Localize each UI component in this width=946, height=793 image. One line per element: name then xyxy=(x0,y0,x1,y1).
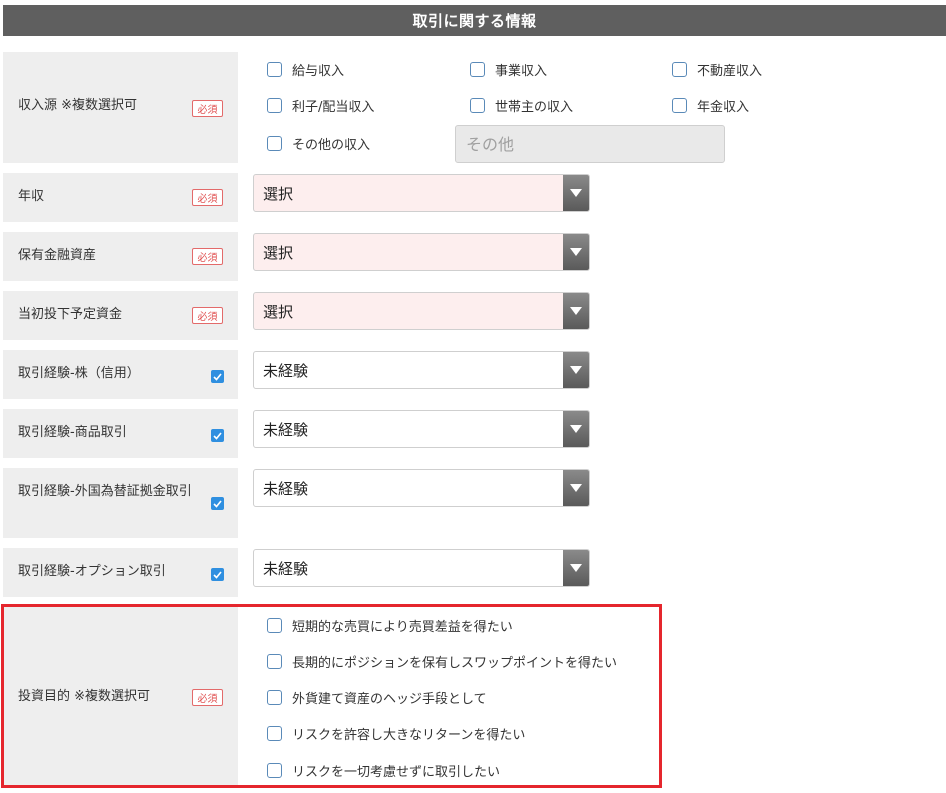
checkbox-label: 短期的な売買により売買差益を得たい xyxy=(292,619,513,635)
section-header: 取引に関する情報 xyxy=(3,5,946,36)
checkbox-purpose-hedge[interactable]: 外貨建て資産のヘッジ手段として xyxy=(267,687,487,707)
chevron-down-icon[interactable] xyxy=(563,470,589,506)
chevron-down-icon[interactable] xyxy=(563,175,589,211)
checkbox-icon[interactable] xyxy=(267,617,282,633)
checkbox-other-income[interactable]: その他の収入 xyxy=(267,133,370,153)
label-text: 収入源 ※複数選択可 xyxy=(18,98,138,113)
select-value: 未経験 xyxy=(263,421,309,439)
label-text: 取引経験-オプション取引 xyxy=(18,564,166,579)
select-value: 未経験 xyxy=(263,362,309,380)
label-financial-assets: 保有金融資産 必須 xyxy=(3,232,238,281)
chevron-down-icon[interactable] xyxy=(563,234,589,270)
checkbox-label: その他の収入 xyxy=(292,137,371,153)
label-income-source: 収入源 ※複数選択可 必須 xyxy=(3,52,238,163)
checkbox-icon[interactable] xyxy=(470,97,485,113)
checkbox-label: 年金収入 xyxy=(697,99,750,115)
select-value: 選択 xyxy=(263,303,294,321)
checkbox-icon[interactable] xyxy=(267,61,282,77)
checkbox-purpose-no-risk-consideration[interactable]: リスクを一切考慮せずに取引したい xyxy=(267,760,500,780)
checkbox-purpose-high-risk-return[interactable]: リスクを許容し大きなリターンを得たい xyxy=(267,723,525,743)
required-badge: 必須 xyxy=(192,248,223,265)
check-icon xyxy=(211,370,224,383)
required-badge: 必須 xyxy=(192,307,223,324)
label-text: 年収 xyxy=(18,189,45,204)
label-text: 投資目的 ※複数選択可 xyxy=(18,689,151,704)
checkbox-label: 外貨建て資産のヘッジ手段として xyxy=(292,691,487,707)
select-value: 未経験 xyxy=(263,480,309,498)
checkbox-icon[interactable] xyxy=(267,135,282,151)
checkbox-label: リスクを許容し大きなリターンを得たい xyxy=(292,727,526,743)
label-exp-options: 取引経験-オプション取引 xyxy=(3,548,238,597)
label-initial-investment: 当初投下予定資金 必須 xyxy=(3,291,238,340)
label-exp-fx: 取引経験-外国為替証拠金取引 xyxy=(3,468,238,538)
checkbox-icon[interactable] xyxy=(470,61,485,77)
checkbox-interest-dividend-income[interactable]: 利子/配当収入 xyxy=(267,95,374,115)
label-text: 保有金融資産 xyxy=(18,248,97,263)
chevron-down-icon[interactable] xyxy=(563,550,589,586)
checkbox-label: 給与収入 xyxy=(292,63,345,79)
chevron-down-icon[interactable] xyxy=(563,352,589,388)
checkbox-label: 利子/配当収入 xyxy=(292,99,375,115)
checkbox-label: リスクを一切考慮せずに取引したい xyxy=(292,764,501,780)
checkbox-icon[interactable] xyxy=(267,725,282,741)
exp-stock-margin-select[interactable]: 未経験 xyxy=(253,351,590,389)
check-icon xyxy=(211,429,224,442)
required-badge: 必須 xyxy=(192,189,223,206)
checkbox-business-income[interactable]: 事業収入 xyxy=(470,59,547,79)
checkbox-purpose-long-term-swap[interactable]: 長期的にポジションを保有しスワップポイントを得たい xyxy=(267,651,617,671)
checkbox-householder-income[interactable]: 世帯主の収入 xyxy=(470,95,573,115)
checkbox-real-estate-income[interactable]: 不動産収入 xyxy=(672,59,762,79)
select-value: 未経験 xyxy=(263,560,309,578)
check-icon xyxy=(211,497,224,510)
exp-commodity-select[interactable]: 未経験 xyxy=(253,410,590,448)
checkbox-icon[interactable] xyxy=(672,97,687,113)
checkbox-label: 世帯主の収入 xyxy=(495,99,574,115)
checkbox-icon[interactable] xyxy=(267,762,282,778)
select-value: 選択 xyxy=(263,185,294,203)
label-exp-commodity: 取引経験-商品取引 xyxy=(3,409,238,458)
checkbox-purpose-short-term[interactable]: 短期的な売買により売買差益を得たい xyxy=(267,615,513,635)
label-annual-income: 年収 必須 xyxy=(3,173,238,222)
other-income-input[interactable] xyxy=(455,125,725,163)
label-text: 取引経験-外国為替証拠金取引 xyxy=(18,484,192,499)
financial-assets-select[interactable]: 選択 xyxy=(253,233,590,271)
check-icon xyxy=(211,568,224,581)
checkbox-salary-income[interactable]: 給与収入 xyxy=(267,59,344,79)
checkbox-pension-income[interactable]: 年金収入 xyxy=(672,95,749,115)
label-investment-purpose: 投資目的 ※複数選択可 必須 xyxy=(3,607,238,787)
select-value: 選択 xyxy=(263,244,294,262)
exp-options-select[interactable]: 未経験 xyxy=(253,549,590,587)
exp-fx-select[interactable]: 未経験 xyxy=(253,469,590,507)
trading-info-form: 取引に関する情報 収入源 ※複数選択可 必須 給与収入 事業収入 不動産収入 利… xyxy=(0,0,946,793)
chevron-down-icon[interactable] xyxy=(563,293,589,329)
label-text: 取引経験-株（信用） xyxy=(18,366,140,381)
label-exp-stock-margin: 取引経験-株（信用） xyxy=(3,350,238,399)
annual-income-select[interactable]: 選択 xyxy=(253,174,590,212)
chevron-down-icon[interactable] xyxy=(563,411,589,447)
label-text: 当初投下予定資金 xyxy=(18,307,123,322)
required-badge: 必須 xyxy=(192,689,223,706)
checkbox-icon[interactable] xyxy=(267,97,282,113)
checkbox-label: 事業収入 xyxy=(495,63,548,79)
checkbox-icon[interactable] xyxy=(672,61,687,77)
checkbox-label: 長期的にポジションを保有しスワップポイントを得たい xyxy=(292,655,618,671)
label-text: 取引経験-商品取引 xyxy=(18,425,127,440)
checkbox-icon[interactable] xyxy=(267,689,282,705)
checkbox-label: 不動産収入 xyxy=(697,63,763,79)
checkbox-icon[interactable] xyxy=(267,653,282,669)
initial-investment-select[interactable]: 選択 xyxy=(253,292,590,330)
required-badge: 必須 xyxy=(192,100,223,117)
